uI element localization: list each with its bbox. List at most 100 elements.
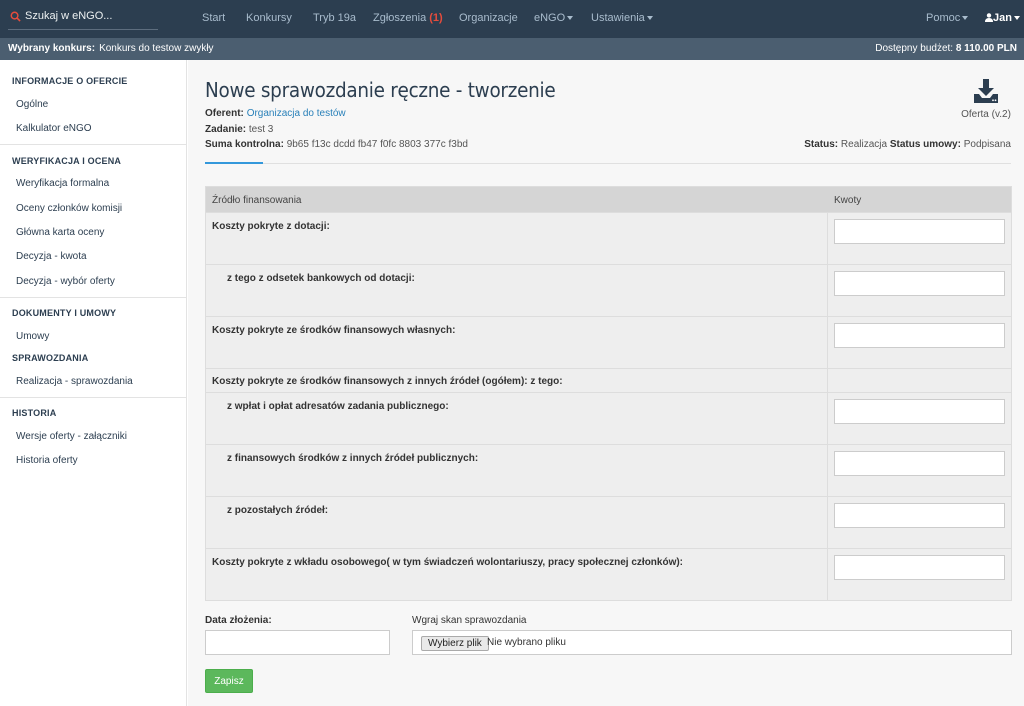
sidebar-item-ogolne[interactable]: Ogólne: [16, 99, 48, 110]
divider: [0, 397, 186, 398]
sidebar-section-title: HISTORIA: [12, 408, 57, 418]
contract-status-value: Podpisana: [963, 139, 1011, 150]
row-label: Koszty pokryte ze środków finansowych z …: [212, 376, 563, 387]
amount-input-odsetki[interactable]: [834, 271, 1005, 296]
sidebar-item-karta-oceny[interactable]: Główna karta oceny: [16, 227, 104, 238]
row-label: z pozostałych źródeł:: [227, 505, 329, 516]
cell-divider: [827, 317, 828, 368]
date-label: Data złożenia:: [205, 615, 272, 626]
row-label: Koszty pokryte ze środków finansowych wł…: [212, 325, 456, 336]
row-label: z wpłat i opłat adresatów zadania public…: [227, 401, 449, 412]
amount-input-wplaty[interactable]: [834, 399, 1005, 424]
user-name: Jan: [993, 12, 1012, 24]
sidebar-item-wersje[interactable]: Wersje oferty - załączniki: [16, 431, 127, 442]
divider: [0, 144, 186, 145]
oferent-link[interactable]: Organizacja do testów: [247, 108, 346, 119]
cell-divider: [827, 497, 828, 548]
nav-engo-label: eNGO: [534, 12, 566, 24]
checksum-value: 9b65 f13c dcdd fb47 f0fc 8803 377c f3bd: [286, 139, 468, 150]
budget-label: Dostępny budżet:: [875, 43, 954, 54]
oferent-label: Oferent:: [205, 108, 244, 119]
download-icon: [974, 79, 998, 103]
table-row: Koszty pokryte z dotacji:: [206, 212, 1011, 264]
sidebar-item-kalkulator[interactable]: Kalkulator eNGO: [16, 123, 92, 134]
download-label: Oferta (v.2): [961, 109, 1011, 120]
user-menu[interactable]: Jan: [985, 12, 1020, 24]
row-label: Koszty pokryte z wkładu osobowego( w tym…: [212, 557, 684, 568]
caret-down-icon: [646, 16, 653, 21]
table-row: Koszty pokryte ze środków finansowych wł…: [206, 316, 1011, 368]
title-underline: [205, 162, 263, 164]
nav-start[interactable]: Start: [202, 12, 225, 24]
top-navbar: Szukaj w eNGO... Start Konkursy Tryb 19a…: [0, 0, 1024, 38]
sidebar-section-title: INFORMACJE O OFERCIE: [12, 76, 128, 86]
date-input[interactable]: [205, 630, 390, 655]
cell-divider: [827, 265, 828, 316]
amount-input-pozostale[interactable]: [834, 503, 1005, 528]
download-offer-button[interactable]: Oferta (v.2): [958, 78, 1014, 120]
sidebar-section-title: SPRAWOZDANIA: [12, 353, 89, 363]
contest-label: Wybrany konkurs:: [8, 43, 96, 54]
column-header-source: Źródło finansowania: [212, 195, 302, 206]
checksum-label: Suma kontrolna:: [205, 139, 284, 150]
search-box[interactable]: Szukaj w eNGO...: [8, 6, 158, 30]
table-header: Źródło finansowania Kwoty: [206, 187, 1011, 212]
no-file-text: Nie wybrano pliku: [487, 637, 566, 648]
contract-status-label: Status umowy:: [889, 139, 961, 150]
cell-divider: [827, 213, 828, 264]
budget-value: 8 110.00 PLN: [955, 43, 1017, 54]
nav-konkursy[interactable]: Konkursy: [246, 12, 292, 24]
notification-badge: (1): [429, 12, 443, 24]
caret-down-icon: [567, 16, 574, 21]
user-icon: [985, 13, 993, 22]
amount-input-osobowy[interactable]: [834, 555, 1005, 580]
amount-input-wlasne[interactable]: [834, 323, 1005, 348]
search-icon: [10, 11, 21, 22]
cell-divider: [827, 445, 828, 496]
nav-ustawienia-dropdown[interactable]: Ustawienia: [591, 12, 653, 24]
choose-file-button[interactable]: Wybierz plik: [421, 636, 489, 651]
sidebar-item-realizacja[interactable]: Realizacja - sprawozdania: [16, 376, 133, 387]
cell-divider: [827, 549, 828, 600]
file-upload-field: Wybierz plik Nie wybrano pliku: [412, 630, 1012, 655]
amount-input-dotacja[interactable]: [834, 219, 1005, 244]
nav-organizacje[interactable]: Organizacje: [459, 12, 518, 24]
sidebar-section-title: WERYFIKACJA I OCENA: [12, 156, 122, 166]
nav-engo-dropdown[interactable]: eNGO: [534, 12, 574, 24]
save-button[interactable]: Zapisz: [205, 669, 253, 693]
caret-down-icon: [962, 16, 969, 21]
sidebar-item-umowy[interactable]: Umowy: [16, 331, 49, 342]
column-header-amounts: Kwoty: [834, 195, 862, 206]
sidebar-item-weryfikacja[interactable]: Weryfikacja formalna: [16, 178, 109, 189]
table-row: z wpłat i opłat adresatów zadania public…: [206, 392, 1011, 444]
table-row: z tego z odsetek bankowych od dotacji:: [206, 264, 1011, 316]
status-label: Status:: [804, 139, 839, 150]
financing-table: Źródło finansowania Kwoty Koszty pokryte…: [205, 186, 1012, 601]
sidebar-item-decyzja-kwota[interactable]: Decyzja - kwota: [16, 251, 87, 262]
zadanie-label: Zadanie:: [205, 124, 247, 135]
upload-label: Wgraj skan sprawozdania: [412, 615, 527, 626]
nav-help-dropdown[interactable]: Pomoc: [926, 12, 969, 24]
search-placeholder: Szukaj w eNGO...: [25, 10, 113, 22]
table-row: z pozostałych źródeł:: [206, 496, 1011, 548]
contest-value: Konkurs do testow zwykły: [99, 43, 214, 54]
table-row: Koszty pokryte ze środków finansowych z …: [206, 368, 1011, 392]
sidebar-item-decyzja-wybor[interactable]: Decyzja - wybór oferty: [16, 276, 115, 287]
zadanie-value: test 3: [248, 124, 274, 135]
nav-tryb-19a[interactable]: Tryb 19a: [313, 12, 356, 24]
page-title: Nowe sprawozdanie ręczne - tworzenie: [205, 78, 556, 102]
nav-zgloszenia-label: Zgłoszenia: [373, 12, 427, 24]
sidebar: INFORMACJE O OFERCIE Ogólne Kalkulator e…: [0, 60, 187, 706]
cell-divider: [827, 369, 828, 392]
sidebar-item-historia[interactable]: Historia oferty: [16, 455, 78, 466]
sidebar-item-oceny[interactable]: Oceny członków komisji: [16, 203, 122, 214]
row-label: z finansowych środków z innych źródeł pu…: [227, 453, 479, 464]
sidebar-section-title: DOKUMENTY I UMOWY: [12, 308, 117, 318]
row-label: Koszty pokryte z dotacji:: [212, 221, 330, 232]
status-line: Status: Realizacja Status umowy: Podpisa…: [804, 139, 1011, 150]
amount-input-publiczne[interactable]: [834, 451, 1005, 476]
nav-zgloszenia[interactable]: Zgłoszenia (1): [373, 12, 443, 24]
nav-help-label: Pomoc: [926, 12, 961, 24]
nav-ustawienia-label: Ustawienia: [591, 12, 645, 24]
status-value: Realizacja: [840, 139, 888, 150]
